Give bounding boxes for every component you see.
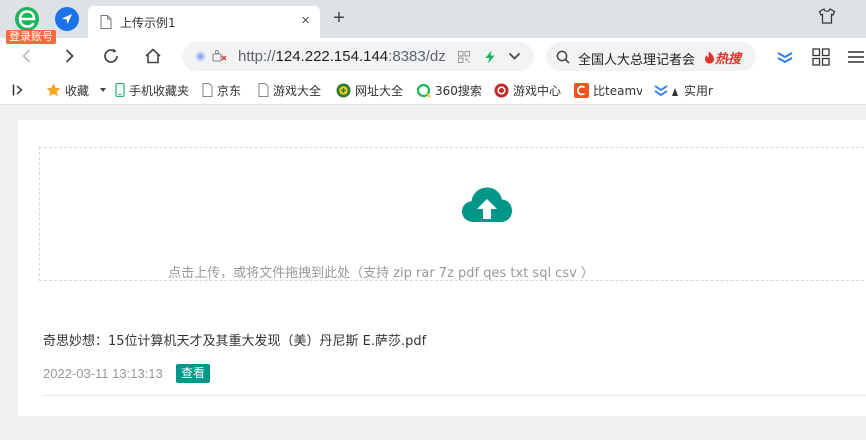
file-list-divider [43,395,866,396]
upload-panel: 点击上传，或将文件拖拽到此处（支持 zip rar 7z pdf qes txt… [18,120,866,416]
bookmark-label: 实用r [684,83,713,98]
hot-search-label: 热搜 [704,48,741,67]
sidebar-toggle-icon[interactable] [12,84,26,96]
bookmark-site-nav[interactable]: 网址大全 [336,81,403,99]
apps-grid-icon[interactable] [812,48,830,66]
hot-search-text: 热搜 [715,52,742,67]
bookmark-label: 360搜索 [435,83,482,98]
search360-icon [416,83,431,98]
bookmark-360-search[interactable]: 360搜索 [416,81,482,99]
browser-toolbar: http://124.222.154.144:8383/dz 全国人大总理记者会… [0,38,866,76]
c-logo-icon [574,82,589,98]
camera-blocked-icon[interactable] [212,50,227,63]
bookmark-label: 手机收藏夹 [129,83,190,98]
tab-title: 上传示例1 [120,16,176,30]
uploaded-file-date: 2022-03-11 13:13:13 [43,366,163,381]
uploaded-file-name: 奇思妙想：15位计算机天才及其重大发现（美）丹尼斯 E.萨莎.pdf [43,334,427,349]
browser-tab-active[interactable]: 上传示例1 × [88,6,320,38]
navigation-extension-button[interactable] [55,7,79,31]
bookmark-label: 比teamv [593,83,642,98]
bookmark-label: 游戏中心 [513,83,562,98]
bookmark-label: 收藏 [65,83,90,98]
search-box[interactable]: 全国人大总理记者会 热搜 [546,42,756,71]
bookmark-label: 游戏大全 [273,83,322,98]
security-status-icon[interactable] [195,51,206,62]
cloud-upload-icon [462,187,512,222]
skin-shirt-icon[interactable] [818,8,836,24]
caret-down-icon[interactable] [100,88,106,92]
extension-layers-icon[interactable] [776,49,794,65]
bookmark-mobile-favorites[interactable]: 手机收藏夹 [115,81,189,99]
url-host: 124.222.154.144 [275,48,389,65]
bookmark-label: 网址大全 [355,83,404,98]
page-icon [100,15,112,29]
url-scheme: http:// [238,48,276,65]
browser-tab-bar: 登录账号 上传示例1 × + [0,0,866,44]
forward-arrow-icon[interactable] [60,47,78,65]
address-bar[interactable]: http://124.222.154.144:8383/dz [182,42,534,71]
reload-icon[interactable] [102,47,120,65]
view-file-button[interactable]: 查看 [176,364,211,383]
useful-icon [654,85,678,97]
url-text[interactable]: http://124.222.154.144:8383/dz [238,48,446,65]
navigation-arrow-icon [62,14,72,24]
browser-logo-icon[interactable] [14,6,40,32]
menu-icon[interactable] [846,48,864,66]
bookmark-game-center[interactable]: 游戏中心 [494,81,561,99]
page-icon [258,83,269,97]
game-center-icon [494,83,509,97]
phone-icon [115,83,125,97]
chevron-down-icon[interactable] [508,52,521,61]
new-tab-button[interactable]: + [328,6,350,30]
bookmark-games[interactable]: 游戏大全 [258,81,324,99]
bookmarks-bar: 收藏 手机收藏夹 京东 游戏大全 网址大全 360搜索 游戏中心 比teamv … [0,76,866,105]
lightning-mode-icon[interactable] [484,50,496,64]
bookmark-label: 京东 [217,83,242,98]
qr-code-icon[interactable] [458,51,470,63]
upload-hint-text: 点击上传，或将文件拖拽到此处（支持 zip rar 7z pdf qes txt… [168,266,594,281]
page-icon [202,83,213,97]
star-icon [46,83,61,97]
flame-icon [705,51,714,64]
upload-dropzone[interactable]: 点击上传，或将文件拖拽到此处（支持 zip rar 7z pdf qes txt… [39,147,866,281]
login-account-badge[interactable]: 登录账号 [6,30,56,44]
back-arrow-icon[interactable] [18,47,36,65]
url-path: :8383/dz [388,48,446,65]
tab-close-icon[interactable]: × [301,12,310,29]
site-nav-icon [336,83,351,97]
search-suggestion-text: 全国人大总理记者会 [578,53,696,68]
search-icon [556,50,570,64]
bookmark-useful[interactable]: 实用r [654,81,720,99]
bookmark-teamviewer[interactable]: 比teamv [574,81,642,99]
home-icon[interactable] [144,47,162,65]
bookmark-jd[interactable]: 京东 [202,81,241,99]
bookmark-favorites[interactable]: 收藏 [46,81,89,99]
